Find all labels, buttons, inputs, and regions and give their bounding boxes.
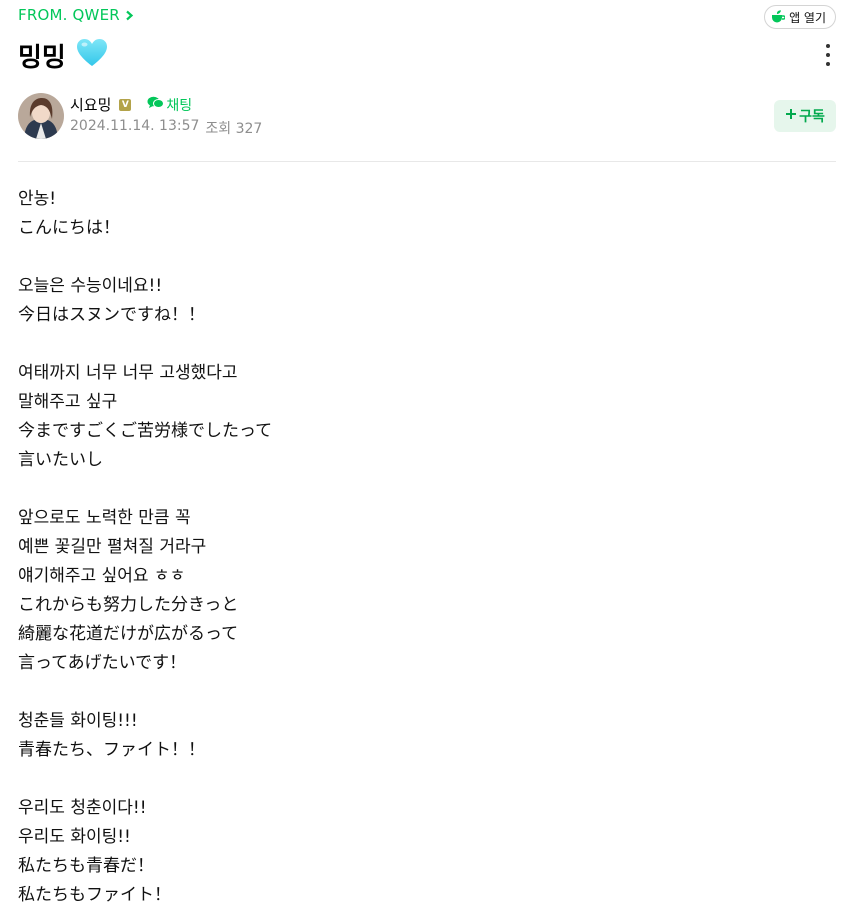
author-profile: 시요밍 V 채팅 2024.11.14. 13:57 조회 327 구독	[18, 93, 836, 139]
open-app-label: 앱 열기	[789, 10, 826, 25]
author-line: 시요밍 V 채팅	[70, 94, 192, 115]
body-line	[18, 475, 836, 504]
body-line	[18, 243, 836, 272]
body-line: こんにちは！	[18, 218, 120, 238]
cafe-link-label: FROM. QWER	[18, 6, 120, 24]
body-line: 青春たち、ファイト！！	[18, 740, 205, 760]
post-meta: 2024.11.14. 13:57 조회 327	[70, 118, 262, 138]
body-line: 우리도 화이팅!!	[18, 827, 131, 847]
body-line: 말해주고 싶구	[18, 392, 118, 412]
plus-icon	[785, 108, 797, 124]
body-line: 言ってあげたいです！	[18, 653, 187, 673]
body-line: 안농!	[18, 189, 57, 209]
body-line: 얘기해주고 싶어요 ㅎㅎ	[18, 566, 186, 586]
chat-button[interactable]: 채팅	[147, 95, 192, 115]
body-line: これからも努力した分きっと	[18, 595, 239, 615]
body-line: 청춘들 화이팅!!!	[18, 711, 138, 731]
author-name[interactable]: 시요밍	[70, 94, 111, 115]
body-line: 예쁜 꽃길만 펼쳐질 거라구	[18, 537, 207, 557]
cafe-link[interactable]: FROM. QWER	[18, 6, 134, 24]
post-title: 밍밍	[18, 42, 66, 73]
body-line: 今日はスヌンですね！！	[18, 305, 205, 325]
body-line: 앞으로도 노력한 만큼 꼭	[18, 508, 191, 528]
chat-bubbles-icon	[147, 96, 165, 113]
post-body: 안농! こんにちは！ 오늘은 수능이네요!! 今日はスヌンですね！！ 여태까지 …	[18, 185, 836, 910]
open-app-button[interactable]: 앱 열기	[764, 5, 836, 29]
view-count: 조회 327	[205, 121, 263, 137]
post-date: 2024.11.14. 13:57	[70, 118, 200, 134]
member-level-badge: V	[119, 98, 132, 111]
body-line	[18, 765, 836, 794]
body-line	[18, 678, 836, 707]
subscribe-label: 구독	[799, 109, 825, 125]
subscribe-button[interactable]: 구독	[774, 100, 836, 132]
chat-label: 채팅	[166, 97, 193, 114]
cafe-app-icon	[771, 9, 786, 26]
body-line: 綺麗な花道だけが広がるって	[18, 624, 239, 644]
body-line: 오늘은 수능이네요!!	[18, 276, 163, 296]
divider	[18, 161, 836, 162]
body-line: 우리도 청춘이다!!	[18, 798, 147, 818]
body-line: 여태까지 너무 너무 고생했다고	[18, 363, 238, 383]
light-blue-heart-icon	[76, 38, 108, 77]
post-title-row: 밍밍	[18, 38, 836, 73]
body-line: 私たちもファイト！	[18, 885, 171, 905]
top-bar: FROM. QWER 앱 열기	[18, 5, 836, 29]
post-title-wrap: 밍밍	[18, 38, 108, 77]
avatar[interactable]	[18, 93, 64, 139]
body-line	[18, 330, 836, 359]
kebab-menu-icon[interactable]	[822, 44, 834, 66]
body-line: 私たちも青春だ！	[18, 856, 154, 876]
body-line: 今まですごくご苦労様でしたって	[18, 421, 273, 441]
body-line: 言いたいし	[18, 450, 103, 470]
chevron-right-icon	[125, 6, 134, 24]
